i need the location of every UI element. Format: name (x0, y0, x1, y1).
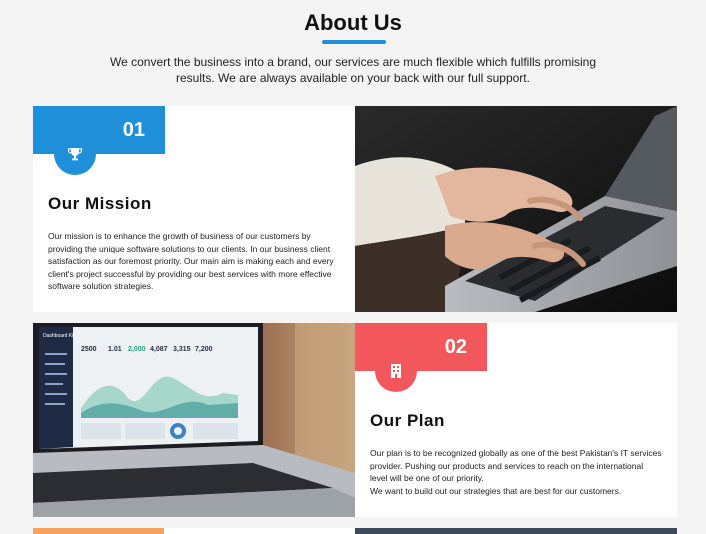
plan-heading: Our Plan (370, 411, 445, 430)
stat-3: 2,000 (128, 346, 146, 353)
plan-icon-circle (375, 350, 417, 392)
building-icon (391, 364, 401, 378)
title-underline (322, 40, 386, 44)
dashboard-brand: Dashboard Kit (43, 333, 75, 339)
plan-text-para2: We want to build out our strategies that… (370, 485, 622, 496)
mission-text: Our mission is to enhance the growth of … (48, 231, 334, 291)
plan-number: 02 (444, 335, 467, 358)
mission-icon-circle (54, 133, 96, 175)
trophy-icon (67, 148, 83, 161)
next-card-orange-tab (33, 528, 164, 534)
stat-4: 4,087 (150, 346, 168, 353)
plan-text: Our plan is to be recognized globally as… (370, 447, 662, 497)
page-title: About Us (304, 10, 402, 35)
typing-laptop-image (355, 106, 677, 312)
stat-1: 2500 (81, 346, 97, 353)
stat-2: 1.01 (108, 346, 122, 353)
stat-5: 3,315 (173, 346, 191, 353)
plan-card: 02 Our Plan Our plan is to be recognized… (355, 323, 677, 517)
stat-6: 7,200 (195, 346, 213, 353)
mission-number: 01 (122, 118, 145, 141)
plan-text-para1: Our plan is to be recognized globally as… (370, 448, 662, 483)
mission-card: 01 Our Mission Our mission is to enhance… (33, 106, 355, 312)
mission-heading: Our Mission (48, 194, 152, 213)
next-card-white (164, 528, 355, 534)
next-card-image (355, 528, 677, 534)
plan-number-tab: 02 (355, 323, 487, 371)
dashboard-laptop-image: Dashboard Kit 2500 1.01 2,000 4,087 3,31… (33, 323, 355, 517)
mission-number-tab: 01 (33, 106, 165, 154)
intro-text: We convert the business into a brand, ou… (110, 55, 596, 85)
